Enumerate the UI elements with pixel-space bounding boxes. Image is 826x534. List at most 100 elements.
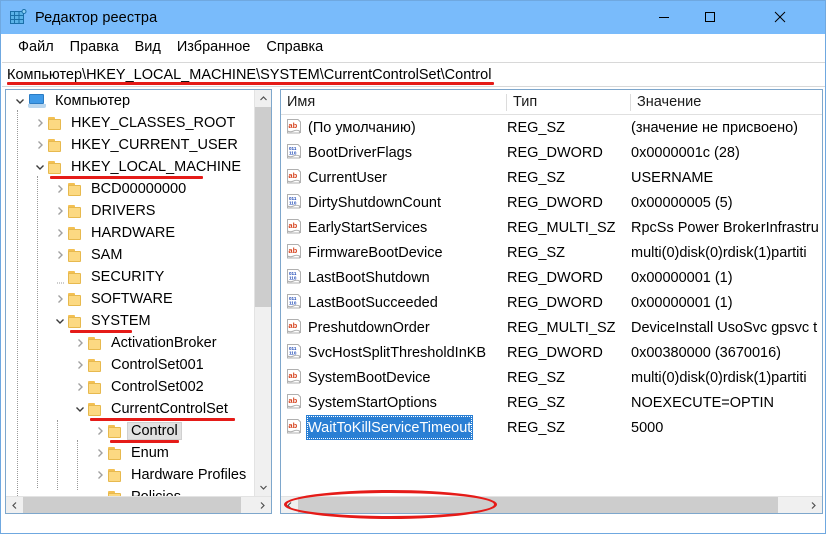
- chevron-right-icon[interactable]: [32, 134, 48, 156]
- tree-node-label: Hardware Profiles: [131, 467, 247, 483]
- chevron-right-icon[interactable]: [92, 464, 108, 486]
- tree-node-hardware[interactable]: HARDWARE: [6, 222, 255, 244]
- value-name-cell: DirtyShutdownCount: [308, 194, 441, 211]
- value-row[interactable]: ab FirmwareBootDevice REG_SZ multi(0)disk(0…: [281, 240, 822, 265]
- value-row[interactable]: ab WaitToKillServiceTimeout REG_SZ 5000: [281, 415, 822, 440]
- value-row[interactable]: 011 110 BootDriverFlags REG_DWORD 0x0000001c…: [281, 140, 822, 165]
- menu-item-favorites[interactable]: Избранное: [169, 37, 258, 57]
- tree-node-currentcontrolset[interactable]: CurrentControlSet: [6, 398, 255, 420]
- value-data-cell: RpcSs Power BrokerInfrastru: [631, 219, 819, 236]
- tree-horizontal-scrollbar-thumb[interactable]: [23, 497, 241, 513]
- tree-node-security[interactable]: SECURITY: [6, 266, 255, 288]
- registry-values-list: ab (По умолчанию) REG_SZ (значение не присв…: [281, 115, 822, 497]
- folder-icon: [48, 138, 62, 152]
- tree-node-software[interactable]: SOFTWARE: [6, 288, 255, 310]
- menu-item-view[interactable]: Вид: [127, 37, 169, 57]
- tree-node-hkey-current-user[interactable]: HKEY_CURRENT_USER: [6, 134, 255, 156]
- tree-node-hkey-local-machine[interactable]: HKEY_LOCAL_MACHINE: [6, 156, 255, 178]
- tree-node--[interactable]: Компьютер: [6, 90, 255, 112]
- chevron-right-icon[interactable]: [72, 354, 88, 376]
- value-type-cell: REG_SZ: [507, 119, 566, 136]
- value-data-cell: 0x00380000 (3670016): [631, 344, 781, 361]
- chevron-right-icon[interactable]: [52, 288, 68, 310]
- tree-node-control[interactable]: Control: [6, 420, 255, 442]
- chevron-right-icon[interactable]: [72, 376, 88, 398]
- tree-node-enum[interactable]: Enum: [6, 442, 255, 464]
- string-value-icon: ab: [286, 219, 302, 235]
- tree-node-controlset001[interactable]: ControlSet001: [6, 354, 255, 376]
- chevron-right-icon[interactable]: [92, 420, 108, 442]
- column-header-name[interactable]: Имя: [281, 90, 507, 114]
- close-button[interactable]: [757, 1, 803, 33]
- tree-vertical-scrollbar[interactable]: [254, 90, 271, 496]
- value-row[interactable]: ab CurrentUser REG_SZ USERNAME: [281, 165, 822, 190]
- list-horizontal-scrollbar[interactable]: [281, 496, 822, 513]
- tree-node-activationbroker[interactable]: ActivationBroker: [6, 332, 255, 354]
- tree-node-label: HKEY_CURRENT_USER: [71, 137, 238, 153]
- value-row[interactable]: 011 110 DirtyShutdownCount REG_DWORD 0x00000…: [281, 190, 822, 215]
- registry-values-pane[interactable]: Имя Тип Значение ab (По умолчанию) REG_SZ (…: [280, 89, 823, 514]
- value-type-cell: REG_MULTI_SZ: [507, 319, 616, 336]
- tree-scroll-right-arrow-icon[interactable]: [254, 497, 271, 513]
- value-row[interactable]: 011 110 SvcHostSplitThresholdInKB REG_DWORD…: [281, 340, 822, 365]
- svg-text:ab: ab: [288, 171, 297, 180]
- tree-node-label: DRIVERS: [91, 203, 156, 219]
- tree-horizontal-scrollbar[interactable]: [6, 496, 271, 513]
- string-value-icon: ab: [286, 244, 302, 260]
- value-row[interactable]: 011 110 LastBootShutdown REG_DWORD 0x0000000…: [281, 265, 822, 290]
- value-type-cell: REG_SZ: [507, 169, 566, 186]
- value-row[interactable]: ab EarlyStartServices REG_MULTI_SZ RpcSs Po…: [281, 215, 822, 240]
- tree-node-sam[interactable]: SAM: [6, 244, 255, 266]
- chevron-right-icon[interactable]: [92, 442, 108, 464]
- value-type-cell: REG_SZ: [507, 244, 566, 261]
- tree-scroll-left-arrow-icon[interactable]: [6, 497, 23, 513]
- chevron-down-icon[interactable]: [72, 398, 88, 420]
- string-value-icon: ab: [286, 169, 302, 185]
- tree-guide-line: [17, 110, 18, 496]
- chevron-right-icon[interactable]: [52, 244, 68, 266]
- value-type-cell: REG_SZ: [507, 419, 566, 436]
- tree-vertical-scrollbar-thumb[interactable]: [255, 107, 271, 307]
- list-scroll-left-arrow-icon[interactable]: [281, 497, 298, 513]
- tree-node-policies[interactable]: Policies: [6, 486, 255, 496]
- tree-node-label: SECURITY: [91, 269, 165, 285]
- tree-leaf-connector: [52, 266, 68, 288]
- value-row[interactable]: ab SystemBootDevice REG_SZ multi(0)disk(0)r…: [281, 365, 822, 390]
- minimize-button[interactable]: [641, 1, 687, 33]
- tree-node-controlset002[interactable]: ControlSet002: [6, 376, 255, 398]
- chevron-down-icon[interactable]: [52, 310, 68, 332]
- tree-node-hardware-profiles[interactable]: Hardware Profiles: [6, 464, 255, 486]
- value-row[interactable]: ab (По умолчанию) REG_SZ (значение не присв…: [281, 115, 822, 140]
- chevron-right-icon[interactable]: [52, 200, 68, 222]
- chevron-right-icon[interactable]: [72, 332, 88, 354]
- menu-item-file[interactable]: Файл: [10, 37, 62, 57]
- chevron-down-icon[interactable]: [12, 90, 28, 112]
- chevron-down-icon[interactable]: [32, 156, 48, 178]
- tree-node-hkey-classes-root[interactable]: HKEY_CLASSES_ROOT: [6, 112, 255, 134]
- value-row[interactable]: 011 110 LastBootSucceeded REG_DWORD 0x000000…: [281, 290, 822, 315]
- tree-node-label: Policies: [128, 489, 184, 496]
- pane-splitter[interactable]: [274, 89, 279, 514]
- menu-item-edit[interactable]: Правка: [62, 37, 127, 57]
- value-type-cell: REG_DWORD: [507, 344, 603, 361]
- list-horizontal-scrollbar-thumb[interactable]: [298, 497, 778, 513]
- menu-item-help[interactable]: Справка: [258, 37, 331, 57]
- maximize-button[interactable]: [687, 1, 733, 33]
- tree-scroll-down-arrow-icon[interactable]: [255, 479, 271, 496]
- chevron-right-icon[interactable]: [52, 222, 68, 244]
- tree-scroll-up-arrow-icon[interactable]: [255, 90, 271, 107]
- registry-tree-pane[interactable]: Компьютер HKEY_CLASSES_ROOT HKEY_CURRENT_U…: [5, 89, 272, 514]
- column-header-type[interactable]: Тип: [507, 90, 631, 114]
- value-row[interactable]: ab PreshutdownOrder REG_MULTI_SZ DeviceInst…: [281, 315, 822, 340]
- title-bar[interactable]: Редактор реестра: [1, 1, 825, 34]
- chevron-right-icon[interactable]: [52, 178, 68, 200]
- tree-node-system[interactable]: SYSTEM: [6, 310, 255, 332]
- column-header-value[interactable]: Значение: [631, 90, 822, 114]
- list-scroll-right-arrow-icon[interactable]: [805, 497, 822, 513]
- chevron-right-icon[interactable]: [32, 112, 48, 134]
- tree-node-drivers[interactable]: DRIVERS: [6, 200, 255, 222]
- value-name-cell: BootDriverFlags: [308, 144, 412, 161]
- tree-node-bcd00000000[interactable]: BCD00000000: [6, 178, 255, 200]
- value-row[interactable]: ab SystemStartOptions REG_SZ NOEXECUTE=OPT…: [281, 390, 822, 415]
- tree-node-label: SOFTWARE: [91, 291, 173, 307]
